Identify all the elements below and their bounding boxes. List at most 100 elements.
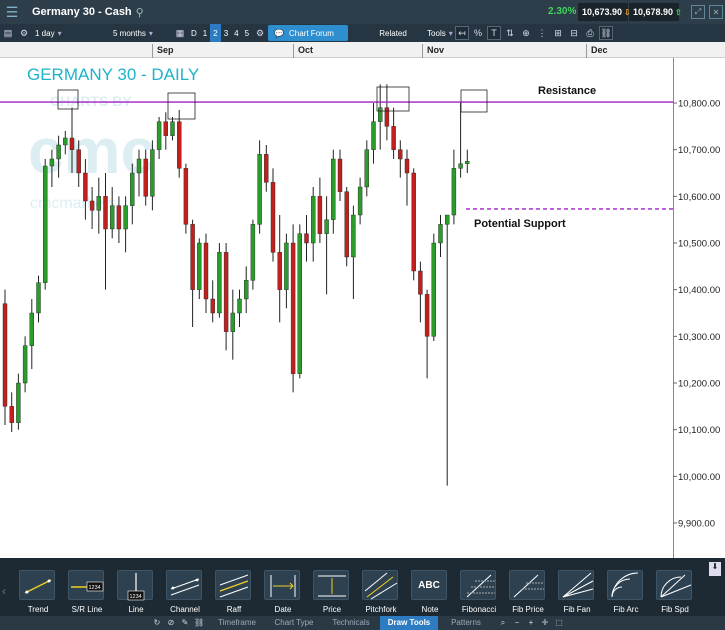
fib-price-icon <box>509 570 545 600</box>
candle-body <box>123 205 128 230</box>
fib-price-tool[interactable]: Fib Price <box>504 558 552 616</box>
price-axis: 10,800.00 10,700.00 10,600.00 10,500.00 10,4… <box>673 99 720 530</box>
crosshair-toggle-icon[interactable]: ↤ <box>455 26 470 40</box>
zoom-in-icon[interactable]: ⊞ <box>551 26 565 40</box>
candle-body <box>378 107 383 122</box>
menu-icon[interactable]: ☰ <box>0 0 24 24</box>
fib-speed-tool[interactable]: Fib Spd <box>651 558 699 616</box>
range-select[interactable]: 5 months <box>110 24 172 42</box>
tools-menu[interactable]: Tools <box>424 24 454 42</box>
candle-body <box>357 186 363 216</box>
zoom-icon[interactable]: ⬚ <box>554 618 564 628</box>
period-label: 4 <box>234 28 239 38</box>
candle-body <box>297 233 302 374</box>
tab-draw-tools[interactable]: Draw Tools <box>380 616 438 630</box>
tab-chart-type[interactable]: Chart Type <box>266 616 322 630</box>
close-icon[interactable]: ✕ <box>709 5 723 19</box>
period-1-button[interactable]: 1 <box>200 24 210 42</box>
maximize-icon[interactable]: ⤢ <box>691 5 705 19</box>
chart-forum-button[interactable]: 💬 Chart Forum <box>268 25 349 41</box>
crosshair-icon[interactable]: ✛ <box>540 618 550 628</box>
candle-body <box>451 168 457 216</box>
gear-icon[interactable]: ⚙ <box>17 26 31 40</box>
chat-icon: 💬 <box>274 28 285 38</box>
note-tool[interactable]: ABC Note <box>406 558 454 616</box>
candle-body <box>324 219 329 234</box>
candle-body <box>49 158 55 167</box>
candle-body <box>264 154 269 183</box>
tab-patterns[interactable]: Patterns <box>438 616 494 630</box>
sr-line-icon: 1234 <box>68 570 104 600</box>
line-badge: 1234 <box>130 594 142 600</box>
refresh-icon[interactable]: ↻ <box>152 618 162 628</box>
pin-icon[interactable]: ✎ <box>180 618 190 628</box>
candle-body <box>344 191 349 258</box>
print-icon[interactable]: ⎙ <box>583 26 597 40</box>
sell-price-button[interactable]: 10,673.90 ⇩ <box>578 3 631 21</box>
fib-arc-tool[interactable]: Fib Arc <box>602 558 650 616</box>
candle-body <box>143 158 148 197</box>
calendar-icon[interactable]: ▦ <box>173 26 187 40</box>
month-label: Nov <box>422 44 444 58</box>
date-tool[interactable]: Date <box>259 558 307 616</box>
percent-toggle[interactable]: % <box>471 26 485 40</box>
zoom-out-icon[interactable]: ⊟ <box>567 26 581 40</box>
instrument-title[interactable]: Germany 30 - Cash <box>32 6 132 18</box>
candlestick-chart[interactable]: CHARTS BY cmc cmcmarkets 10,800.0010,700… <box>0 58 725 558</box>
percent-label: % <box>474 28 483 38</box>
candle-body <box>96 196 102 211</box>
tool-label: Fib Spd <box>661 605 689 614</box>
line-tool[interactable]: 1234 Line <box>112 558 160 616</box>
chart-forum-label: Chart Forum <box>289 28 334 38</box>
interval-select[interactable]: 1 day <box>32 24 110 42</box>
y-tick-label: 10,000.00 <box>678 472 720 483</box>
title-bar: ☰ Germany 30 - Cash ⚲ 2.30% 10,673.90 ⇩ 1… <box>0 0 725 24</box>
price-tool[interactable]: Price <box>308 558 356 616</box>
link-icon[interactable]: ⛓ <box>599 26 614 40</box>
magnet-icon[interactable]: ⊕ <box>519 26 533 40</box>
fibonacci-tool[interactable]: Fibonacci <box>455 558 503 616</box>
candle-body <box>2 303 8 407</box>
buy-price-button[interactable]: 10,678.90 ⇧ <box>629 3 682 21</box>
search-icon[interactable]: ⚲ <box>136 6 144 19</box>
fib-fan-icon <box>558 570 594 600</box>
gear-icon[interactable]: ⚙ <box>253 26 267 40</box>
trend-tool[interactable]: Trend <box>14 558 62 616</box>
tab-technicals[interactable]: Technicals <box>322 616 380 630</box>
link-icon[interactable]: ⛓ <box>194 618 204 628</box>
candle-body <box>136 158 142 174</box>
chart-toolbar: ▤ ⚙ 1 day 5 months ▦ D 1 2 3 4 5 ⚙ 💬 Char… <box>0 24 725 42</box>
reset-icon[interactable]: ⊘ <box>166 618 176 628</box>
channel-tool[interactable]: Channel <box>161 558 209 616</box>
candle-body <box>317 196 323 234</box>
period-label: 3 <box>223 28 229 38</box>
candle-body <box>9 406 14 423</box>
period-2-button[interactable]: 2 <box>210 24 221 42</box>
related-button[interactable]: Related <box>362 24 424 42</box>
scroll-down-icon[interactable]: ⬇ <box>709 562 721 576</box>
plus-icon[interactable]: + <box>526 618 536 628</box>
minus-icon[interactable]: − <box>512 618 522 628</box>
search-icon[interactable]: ⌕ <box>498 618 508 628</box>
indicator-icon[interactable]: ⇅ <box>503 26 517 40</box>
period-5-button[interactable]: 5 <box>242 24 252 42</box>
candle-body <box>130 172 135 206</box>
fib-fan-tool[interactable]: Fib Fan <box>553 558 601 616</box>
candle-body <box>250 224 256 281</box>
watermark-text: CHARTS BY <box>50 93 132 109</box>
tab-timeframe[interactable]: Timeframe <box>208 616 266 630</box>
candle-body <box>290 242 296 374</box>
support-label: Potential Support <box>474 218 566 230</box>
pitchfork-tool[interactable]: Pitchfork <box>357 558 405 616</box>
period-3-button[interactable]: 3 <box>221 24 231 42</box>
period-4-button[interactable]: 4 <box>231 24 241 42</box>
bar-style-icon[interactable]: ⋮ <box>535 26 549 40</box>
scroll-left-icon[interactable]: ‹ <box>2 584 6 598</box>
text-size-icon[interactable]: T <box>487 26 502 40</box>
sr-line-tool[interactable]: 1234 S/R Line <box>63 558 111 616</box>
price-chart[interactable]: CHARTS BY cmc cmcmarkets 10,800.00 10,700… <box>0 58 725 558</box>
candle-body <box>445 214 450 225</box>
raff-tool[interactable]: Raff <box>210 558 258 616</box>
period-D-button[interactable]: D <box>188 24 200 42</box>
chart-settings-icon[interactable]: ▤ <box>1 26 15 40</box>
